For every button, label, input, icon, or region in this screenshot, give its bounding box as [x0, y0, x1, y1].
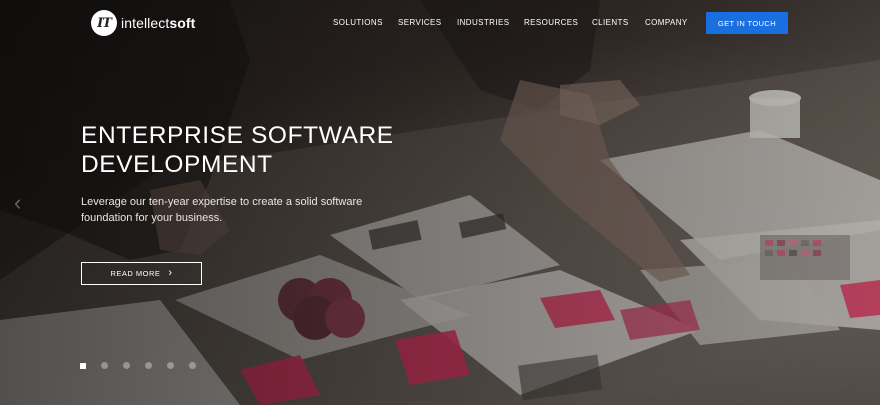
hero-headline-line1: ENTERPRISE SOFTWARE	[81, 122, 394, 149]
logo-icon: IT	[91, 10, 117, 36]
nav-item-company[interactable]: COMPANY	[645, 18, 688, 27]
chevron-left-icon[interactable]: ‹	[14, 190, 21, 216]
hero-banner: IT intellectsoft SOLUTIONS SERVICES INDU…	[0, 0, 880, 405]
hero-subtext: Leverage our ten-year expertise to creat…	[81, 194, 401, 226]
page-bottom-strip	[0, 405, 880, 417]
nav-item-resources[interactable]: RESOURCES	[524, 18, 578, 27]
slider-dot-3[interactable]	[123, 362, 130, 369]
get-in-touch-button[interactable]: GET IN TOUCH	[706, 12, 788, 34]
logo-text-bold: soft	[169, 15, 196, 31]
logo-wordmark: intellectsoft	[121, 15, 195, 31]
slider-dot-6[interactable]	[189, 362, 196, 369]
chevron-right-icon: ›	[168, 267, 173, 279]
hero-headline-line2: DEVELOPMENT	[81, 151, 273, 178]
slider-pagination	[80, 362, 196, 369]
logo-text-regular: intellect	[121, 15, 170, 31]
read-more-label: READ MORE	[110, 269, 161, 278]
slider-dot-2[interactable]	[101, 362, 108, 369]
nav-item-services[interactable]: SERVICES	[398, 18, 442, 27]
read-more-button[interactable]: READ MORE ›	[81, 262, 202, 285]
nav-item-industries[interactable]: INDUSTRIES	[457, 18, 509, 27]
site-logo[interactable]: IT intellectsoft	[91, 10, 195, 36]
hero-headline: ENTERPRISE SOFTWARE DEVELOPMENT	[81, 121, 421, 179]
hero-subtext-line2: foundation for your business.	[81, 212, 223, 224]
slider-dot-4[interactable]	[145, 362, 152, 369]
slider-dot-5[interactable]	[167, 362, 174, 369]
hero-subtext-line1: Leverage our ten-year expertise to creat…	[81, 196, 363, 208]
nav-item-solutions[interactable]: SOLUTIONS	[333, 18, 383, 27]
nav-item-clients[interactable]: CLIENTS	[592, 18, 629, 27]
slider-dot-1[interactable]	[80, 362, 86, 369]
